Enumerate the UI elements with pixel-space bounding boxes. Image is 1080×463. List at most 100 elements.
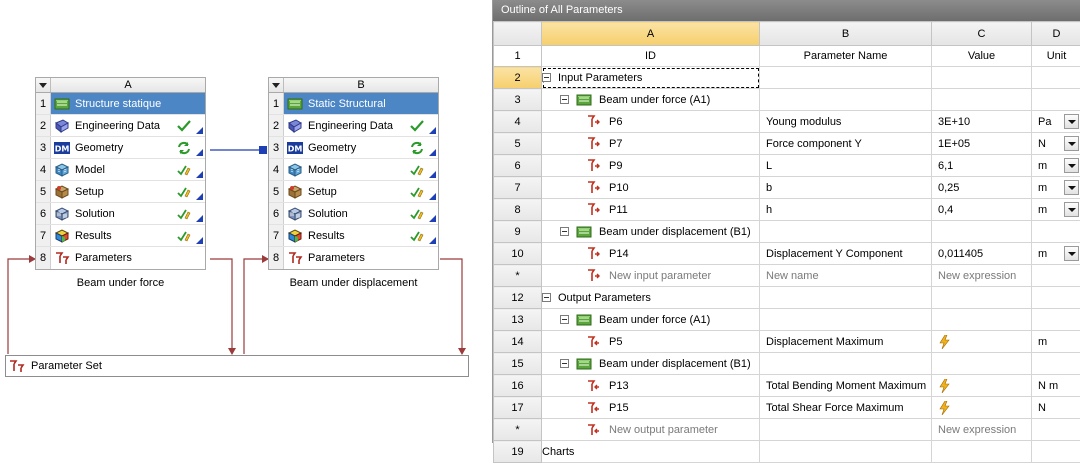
unit-cell[interactable]: m [1032,331,1080,353]
system-a-menu-button[interactable] [36,78,51,92]
collapse-toggle[interactable] [560,359,569,368]
system-b-caption[interactable]: Beam under displacement [268,277,439,289]
id-cell[interactable]: P7 [542,133,760,155]
unit-cell[interactable]: m [1032,177,1080,199]
cell-context-marker[interactable] [429,149,436,156]
row-number[interactable]: 9 [494,221,542,243]
cell-content[interactable]: Results [51,225,205,246]
id-cell[interactable]: New input parameter [542,265,760,287]
row-number[interactable]: 12 [494,287,542,309]
table-row[interactable]: 19Charts [494,441,1080,463]
collapse-toggle[interactable] [560,315,569,324]
row-number[interactable]: 6 [494,155,542,177]
value-cell[interactable]: New expression [932,265,1032,287]
unit-cell[interactable]: m [1032,155,1080,177]
unit-dropdown-button[interactable] [1064,136,1079,151]
parameter-name-cell[interactable] [760,353,932,375]
id-cell[interactable]: New output parameter [542,419,760,441]
cell-content[interactable]: Setup [284,181,438,202]
id-cell[interactable]: Beam under displacement (B1) [542,221,760,243]
table-row[interactable]: 17P15Total Shear Force MaximumN [494,397,1080,419]
unit-cell[interactable]: N [1032,133,1080,155]
cell-content[interactable]: DMGeometry [51,137,205,158]
unit-cell[interactable] [1032,419,1080,441]
row-number[interactable]: * [494,419,542,441]
unit-cell[interactable]: m [1032,199,1080,221]
table-row[interactable]: 4P6Young modulus3E+10Pa [494,111,1080,133]
row-number[interactable]: 16 [494,375,542,397]
unit-dropdown-button[interactable] [1064,246,1079,261]
unit-cell[interactable] [1032,441,1080,463]
value-cell[interactable] [932,331,1032,353]
row-number[interactable]: 5 [494,133,542,155]
row-number[interactable]: 13 [494,309,542,331]
system-b-cell-5[interactable]: 5Setup [269,181,438,203]
value-cell[interactable]: New expression [932,419,1032,441]
unit-cell[interactable] [1032,309,1080,331]
table-row[interactable]: 14P5Displacement Maximum m [494,331,1080,353]
parameter-name-cell[interactable] [760,221,932,243]
parameter-name-cell[interactable] [760,309,932,331]
table-row[interactable]: 8P11h0,4m [494,199,1080,221]
unit-cell[interactable]: N m [1032,375,1080,397]
table-row[interactable]: 10P14Displacement Y Component0,011405m [494,243,1080,265]
system-a-cell-4[interactable]: 4Model [36,159,205,181]
row-number[interactable]: 15 [494,353,542,375]
system-b-cell-1[interactable]: 1Static Structural [269,93,438,115]
system-b-cell-8[interactable]: 8Parameters [269,247,438,269]
row-number[interactable]: 4 [494,111,542,133]
cell-content[interactable]: Engineering Data [51,115,205,136]
parameter-name-cell[interactable] [760,287,932,309]
parameter-name-cell[interactable] [760,89,932,111]
parameter-name-cell[interactable]: New name [760,265,932,287]
unit-cell[interactable] [1032,353,1080,375]
collapse-toggle[interactable] [542,293,551,302]
value-cell[interactable] [932,67,1032,89]
system-b-cell-4[interactable]: 4Model [269,159,438,181]
cell-context-marker[interactable] [196,193,203,200]
group-row[interactable]: 13Beam under force (A1) [494,309,1080,331]
row-number[interactable]: 2 [494,67,542,89]
cell-content[interactable]: Engineering Data [284,115,438,136]
column-header-b[interactable]: B [760,22,932,46]
value-cell[interactable]: 6,1 [932,155,1032,177]
cell-content[interactable]: Parameters [51,247,205,269]
id-cell[interactable]: Beam under force (A1) [542,309,760,331]
system-a-cell-6[interactable]: 6Solution [36,203,205,225]
cell-content[interactable]: Structure statique [51,93,205,114]
group-row[interactable]: 12Output Parameters [494,287,1080,309]
value-cell[interactable] [932,89,1032,111]
row-number[interactable]: 14 [494,331,542,353]
id-cell[interactable]: Beam under displacement (B1) [542,353,760,375]
system-a-caption[interactable]: Beam under force [35,277,206,289]
unit-dropdown-button[interactable] [1064,114,1079,129]
value-cell[interactable] [932,441,1032,463]
value-cell[interactable]: 3E+10 [932,111,1032,133]
unit-cell[interactable]: m [1032,243,1080,265]
table-row[interactable]: 5P7Force component Y1E+05N [494,133,1080,155]
cell-context-marker[interactable] [429,193,436,200]
id-cell[interactable]: P5 [542,331,760,353]
unit-dropdown-button[interactable] [1064,202,1079,217]
table-row[interactable]: 6P9L6,1m [494,155,1080,177]
value-cell[interactable] [932,353,1032,375]
unit-dropdown-button[interactable] [1064,158,1079,173]
unit-cell[interactable] [1032,89,1080,111]
corner-cell[interactable] [494,22,542,46]
cell-content[interactable]: Parameters [284,247,438,269]
row-number[interactable]: 10 [494,243,542,265]
id-cell[interactable]: Charts [542,441,760,463]
row-number[interactable]: 8 [494,199,542,221]
group-row[interactable]: 2Input Parameters [494,67,1080,89]
row-number[interactable]: 7 [494,177,542,199]
column-header-c[interactable]: C [932,22,1032,46]
cell-content[interactable]: DMGeometry [284,137,438,158]
id-cell[interactable]: P15 [542,397,760,419]
unit-cell[interactable] [1032,265,1080,287]
cell-context-marker[interactable] [429,171,436,178]
cell-content[interactable]: Solution [284,203,438,224]
parameter-name-cell[interactable]: Displacement Maximum [760,331,932,353]
id-cell[interactable]: P10 [542,177,760,199]
group-row[interactable]: 3Beam under force (A1) [494,89,1080,111]
cell-context-marker[interactable] [196,171,203,178]
